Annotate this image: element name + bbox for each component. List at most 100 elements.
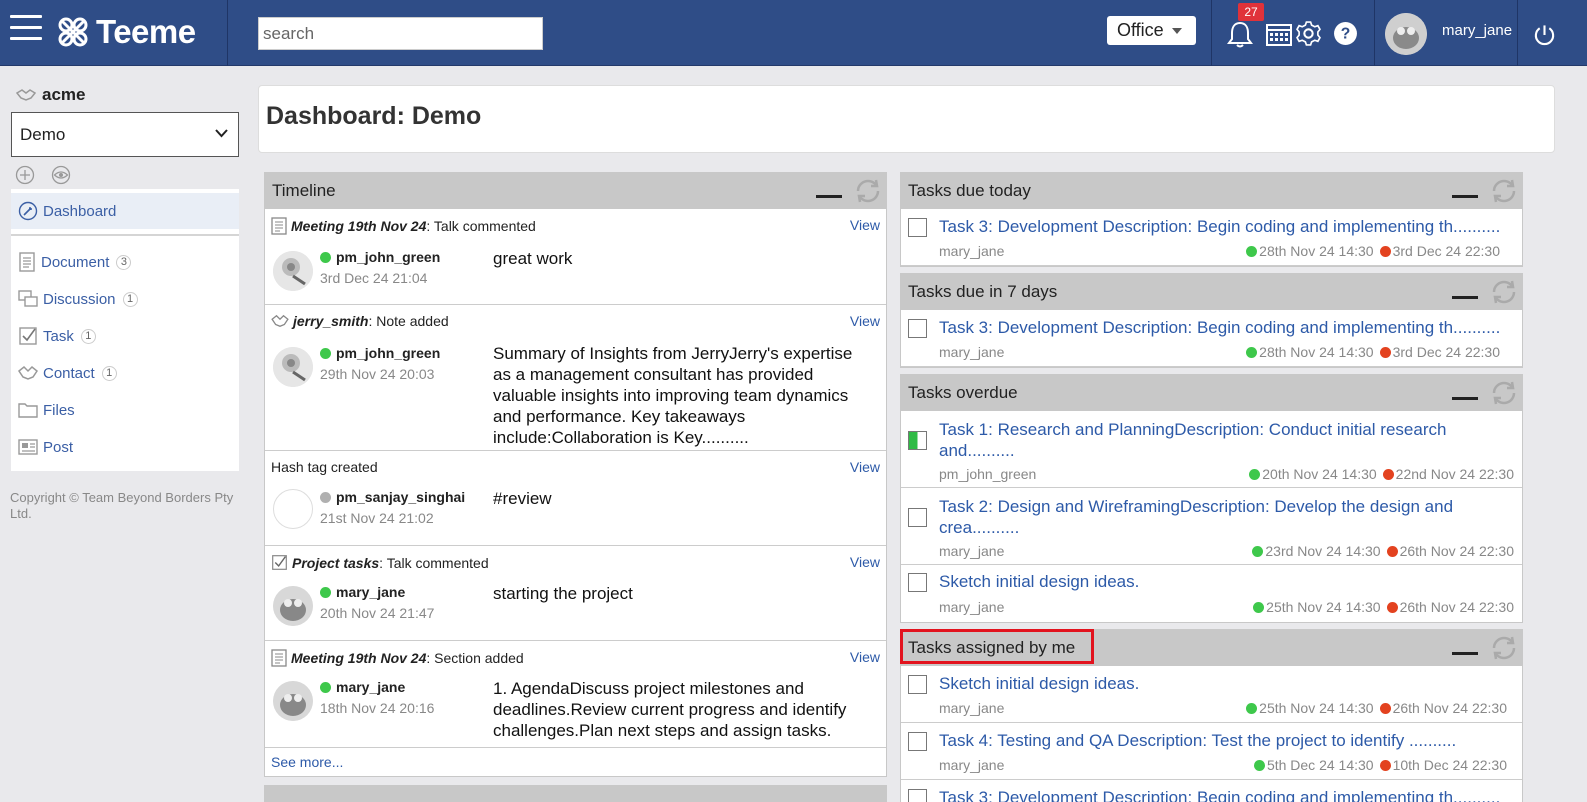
- help-icon[interactable]: ?: [1333, 21, 1358, 46]
- avatar: [273, 347, 313, 387]
- sidebar-item-dashboard[interactable]: Dashboard: [11, 193, 239, 229]
- task-owner: mary_jane: [939, 757, 1005, 773]
- panel-title: Tasks due in 7 days: [908, 282, 1058, 301]
- view-link[interactable]: View: [850, 313, 880, 329]
- sidebar-divider: [11, 234, 239, 236]
- logo[interactable]: Teeme: [56, 12, 196, 52]
- end-dot: [1379, 245, 1391, 257]
- next-panel-header: [264, 785, 887, 802]
- task-checkbox[interactable]: [908, 789, 927, 802]
- online-status: [320, 681, 331, 693]
- entry-header: Project tasks: Talk commented: [271, 554, 489, 571]
- task-name[interactable]: Task 4: Testing and QA Description: Test…: [939, 730, 1514, 751]
- bell-icon[interactable]: [1227, 20, 1253, 48]
- task-end: 26th Nov 24 22:30: [1392, 700, 1507, 716]
- minimize-icon[interactable]: [1452, 296, 1478, 299]
- task-name[interactable]: Task 3: Development Description: Begin c…: [939, 787, 1514, 802]
- workspace-select[interactable]: Office: [1107, 16, 1196, 45]
- eye-icon[interactable]: [51, 165, 71, 185]
- sidebar-item-discussion[interactable]: Discussion 1: [11, 281, 239, 317]
- refresh-icon[interactable]: [1489, 635, 1519, 661]
- entry-action: : Note added: [368, 313, 449, 329]
- timeline-entry: Meeting 19th Nov 24: Section added View …: [265, 641, 886, 748]
- sidebar-item-document[interactable]: Document 3: [11, 244, 239, 280]
- search-input[interactable]: [258, 17, 543, 50]
- view-link[interactable]: View: [850, 649, 880, 665]
- end-dot: [1382, 468, 1394, 480]
- sidebar-item-files[interactable]: Files: [11, 392, 239, 428]
- gear-icon[interactable]: [1296, 21, 1321, 46]
- contact-icon: [271, 314, 289, 327]
- refresh-icon[interactable]: [1489, 380, 1519, 406]
- entry-text: 1. AgendaDiscuss project milestones and …: [493, 679, 847, 740]
- task-checkbox[interactable]: [908, 508, 927, 527]
- username[interactable]: mary_jane: [1442, 22, 1512, 39]
- task-icon: [272, 555, 287, 570]
- task-name[interactable]: Task 3: Development Description: Begin c…: [939, 317, 1514, 338]
- online-status: [320, 347, 331, 359]
- task-name[interactable]: Sketch initial design ideas.: [939, 571, 1514, 592]
- task-name[interactable]: Task 3: Development Description: Begin c…: [939, 216, 1514, 237]
- entry-date: 18th Nov 24 20:16: [320, 700, 435, 716]
- minimize-icon[interactable]: [1452, 652, 1478, 655]
- refresh-icon[interactable]: [853, 178, 883, 204]
- task-checkbox[interactable]: [908, 732, 927, 751]
- contact-icon: [18, 365, 38, 380]
- minimize-icon[interactable]: [1452, 195, 1478, 198]
- task-checkbox[interactable]: [908, 675, 927, 694]
- sidebar-item-task[interactable]: Task 1: [11, 318, 239, 354]
- entry-header: Meeting 19th Nov 24: Section added: [271, 649, 524, 667]
- sidebar-item-contact[interactable]: Contact 1: [11, 355, 239, 391]
- task-checkbox[interactable]: [908, 573, 927, 592]
- menu-icon[interactable]: [10, 15, 42, 45]
- task-progress-checkbox[interactable]: [908, 431, 927, 450]
- refresh-icon[interactable]: [1489, 178, 1519, 204]
- start-dot: [1249, 468, 1261, 480]
- entry-action: : Talk commented: [426, 218, 536, 234]
- minimize-icon[interactable]: [816, 195, 842, 198]
- entry-action: Hash tag created: [271, 459, 378, 475]
- sidebar-item-label: Contact: [43, 364, 95, 382]
- avatar: [273, 251, 313, 291]
- task-end: 3rd Dec 24 22:30: [1392, 243, 1500, 259]
- org-name: acme: [16, 85, 85, 105]
- view-link[interactable]: View: [850, 217, 880, 233]
- add-icon[interactable]: [15, 165, 35, 185]
- task-row: Sketch initial design ideas. mary_jane 2…: [901, 666, 1522, 723]
- task-checkbox[interactable]: [908, 319, 927, 338]
- task-row: Task 2: Design and WireframingDescriptio…: [901, 488, 1522, 565]
- refresh-icon[interactable]: [1489, 279, 1519, 305]
- task-dates: 23rd Nov 24 14:30 26th Nov 24 22:30: [1252, 543, 1514, 559]
- task-end: 26th Nov 24 22:30: [1399, 599, 1514, 615]
- power-icon[interactable]: [1533, 23, 1556, 47]
- sidebar-item-post[interactable]: Post: [11, 429, 239, 465]
- timeline-entry: Project tasks: Talk commented View mary_…: [265, 546, 886, 641]
- task-row: Task 3: Development Description: Begin c…: [901, 780, 1522, 802]
- start-dot: [1253, 601, 1265, 613]
- see-more-link[interactable]: See more...: [271, 754, 343, 770]
- entry-subject[interactable]: Meeting 19th Nov 24: [291, 650, 426, 666]
- task-end: 26th Nov 24 22:30: [1399, 543, 1514, 559]
- page-title: Dashboard: Demo: [266, 102, 482, 130]
- entry-user: mary_jane: [320, 679, 405, 695]
- entry-subject[interactable]: Meeting 19th Nov 24: [291, 218, 426, 234]
- avatar[interactable]: [1385, 13, 1427, 55]
- calendar-icon[interactable]: [1266, 22, 1292, 46]
- task-name[interactable]: Sketch initial design ideas.: [939, 673, 1514, 694]
- end-dot: [1386, 601, 1398, 613]
- view-link[interactable]: View: [850, 554, 880, 570]
- entry-subject[interactable]: Project tasks: [292, 555, 379, 571]
- task-start: 20th Nov 24 14:30: [1262, 466, 1377, 482]
- entry-header: jerry_smith: Note added: [271, 313, 449, 329]
- task-checkbox[interactable]: [908, 218, 927, 237]
- dashboard-select[interactable]: Demo: [11, 112, 239, 157]
- online-status: [320, 251, 331, 263]
- minimize-icon[interactable]: [1452, 397, 1478, 400]
- task-name[interactable]: Task 2: Design and WireframingDescriptio…: [939, 496, 1514, 538]
- entry-date: 3rd Dec 24 21:04: [320, 270, 428, 286]
- entry-subject[interactable]: jerry_smith: [293, 313, 368, 329]
- task-name[interactable]: Task 1: Research and PlanningDescription…: [939, 419, 1514, 461]
- end-dot: [1379, 759, 1391, 771]
- entry-text: #review: [493, 489, 552, 508]
- view-link[interactable]: View: [850, 459, 880, 475]
